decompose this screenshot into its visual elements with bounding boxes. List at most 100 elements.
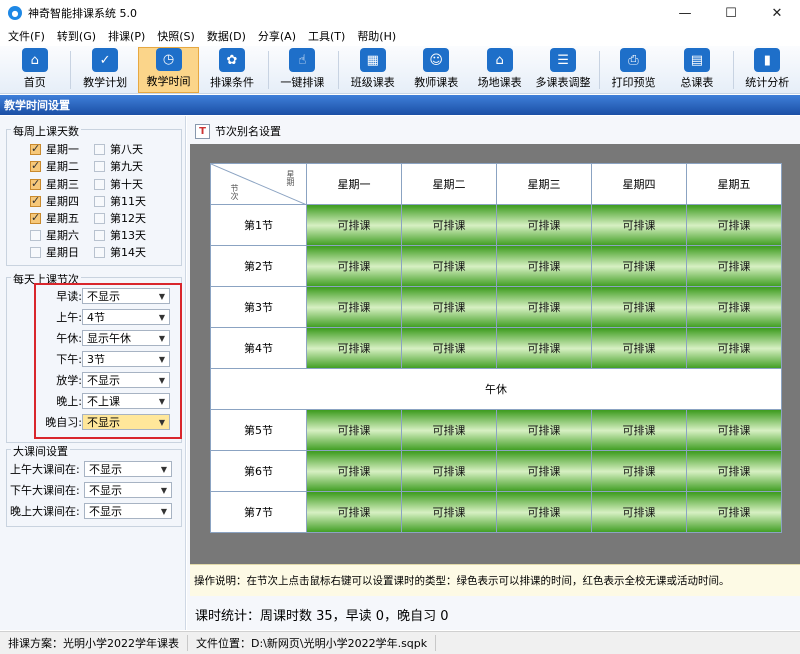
schedulable-cell[interactable]: 可排课 [686, 327, 782, 369]
day-checkbox-fri[interactable]: 星期五 [30, 210, 79, 226]
toolbar-class-schedule-button[interactable]: ▦ 班级课表 [342, 47, 403, 93]
schedulable-cell[interactable]: 可排课 [306, 491, 402, 533]
day-checkbox-wed[interactable]: 星期三 [30, 176, 79, 192]
toolbar-master-schedule-button[interactable]: ▤ 总课表 [666, 47, 727, 93]
checkbox-unchecked[interactable] [30, 229, 41, 241]
afternoon-break-select[interactable]: 不显示 ▼ [84, 482, 172, 498]
schedulable-cell[interactable]: 可排课 [591, 491, 687, 533]
schedulable-cell[interactable]: 可排课 [496, 409, 592, 451]
schedulable-cell[interactable]: 可排课 [591, 450, 687, 492]
close-button[interactable]: ✕ [754, 0, 800, 26]
period-label[interactable]: 第3节 [210, 286, 307, 328]
checkbox-unchecked[interactable] [94, 246, 105, 258]
menu-schedule[interactable]: 排课(P) [102, 28, 151, 44]
checkbox-checked[interactable] [30, 211, 41, 224]
checkbox-checked[interactable] [30, 194, 41, 207]
period-label[interactable]: 第5节 [210, 409, 307, 451]
schedulable-cell[interactable]: 可排课 [591, 204, 687, 246]
schedulable-cell[interactable]: 可排课 [306, 245, 402, 287]
period-label[interactable]: 第2节 [210, 245, 307, 287]
checkbox-unchecked[interactable] [94, 160, 105, 172]
schedulable-cell[interactable]: 可排课 [686, 450, 782, 492]
schedulable-cell[interactable]: 可排课 [496, 450, 592, 492]
schedulable-cell[interactable]: 可排课 [401, 327, 497, 369]
evening-study-select[interactable]: 不显示 ▼ [82, 414, 170, 430]
schedulable-cell[interactable]: 可排课 [686, 286, 782, 328]
morning-break-select[interactable]: 不显示 ▼ [84, 461, 172, 477]
schedulable-cell[interactable]: 可排课 [686, 491, 782, 533]
toolbar-teaching-time-button[interactable]: ◷ 教学时间 [137, 47, 200, 93]
day-checkbox-tue[interactable]: 星期二 [30, 158, 79, 174]
period-label[interactable]: 第1节 [210, 204, 307, 246]
period-label[interactable]: 第7节 [210, 491, 307, 533]
day-checkbox-11[interactable]: 第11天 [94, 193, 146, 209]
toolbar-conditions-button[interactable]: ✿ 排课条件 [201, 47, 262, 93]
schedulable-cell[interactable]: 可排课 [591, 409, 687, 451]
evening-select[interactable]: 不上课 ▼ [82, 393, 170, 409]
schedulable-cell[interactable]: 可排课 [306, 409, 402, 451]
evening-break-select[interactable]: 不显示 ▼ [84, 503, 172, 519]
afternoon-select[interactable]: 3节 ▼ [82, 351, 170, 367]
toolbar-home-button[interactable]: ⌂ 首页 [4, 47, 65, 93]
toolbar-auto-schedule-button[interactable]: ☝ 一键排课 [272, 47, 333, 93]
toolbar-print-preview-button[interactable]: ⎙ 打印预览 [603, 47, 664, 93]
schedulable-cell[interactable]: 可排课 [591, 245, 687, 287]
day-checkbox-14[interactable]: 第14天 [94, 244, 146, 260]
schedulable-cell[interactable]: 可排课 [306, 327, 402, 369]
dismissal-select[interactable]: 不显示 ▼ [82, 372, 170, 388]
menu-goto[interactable]: 转到(G) [51, 28, 102, 44]
checkbox-unchecked[interactable] [94, 195, 105, 207]
menu-tools[interactable]: 工具(T) [302, 28, 351, 44]
day-checkbox-9[interactable]: 第九天 [94, 158, 143, 174]
toolbar-teaching-plan-button[interactable]: ✓ 教学计划 [74, 47, 135, 93]
schedulable-cell[interactable]: 可排课 [591, 286, 687, 328]
day-checkbox-sun[interactable]: 星期日 [30, 244, 79, 260]
checkbox-unchecked[interactable] [94, 229, 105, 241]
day-checkbox-thu[interactable]: 星期四 [30, 193, 79, 209]
day-checkbox-8[interactable]: 第八天 [94, 141, 143, 157]
schedulable-cell[interactable]: 可排课 [496, 204, 592, 246]
schedulable-cell[interactable]: 可排课 [401, 204, 497, 246]
checkbox-checked[interactable] [30, 177, 41, 190]
menu-data[interactable]: 数据(D) [201, 28, 252, 44]
schedulable-cell[interactable]: 可排课 [401, 409, 497, 451]
period-label[interactable]: 第6节 [210, 450, 307, 492]
morning-select[interactable]: 4节 ▼ [82, 309, 170, 325]
toolbar-teacher-schedule-button[interactable]: ☺ 教师课表 [406, 47, 467, 93]
toolbar-venue-schedule-button[interactable]: ⌂ 场地课表 [469, 47, 530, 93]
schedulable-cell[interactable]: 可排课 [401, 286, 497, 328]
menu-share[interactable]: 分享(A) [252, 28, 302, 44]
schedulable-cell[interactable]: 可排课 [401, 245, 497, 287]
minimize-button[interactable]: — [662, 0, 708, 26]
schedulable-cell[interactable]: 可排课 [306, 204, 402, 246]
day-checkbox-sat[interactable]: 星期六 [30, 227, 79, 243]
day-checkbox-mon[interactable]: 星期一 [30, 141, 79, 157]
morning-read-select[interactable]: 不显示 ▼ [82, 288, 170, 304]
checkbox-unchecked[interactable] [30, 246, 41, 258]
period-alias-settings-button[interactable]: T 节次别名设置 [195, 123, 281, 139]
checkbox-unchecked[interactable] [94, 212, 105, 224]
menu-file[interactable]: 文件(F) [2, 28, 51, 44]
day-checkbox-12[interactable]: 第12天 [94, 210, 146, 226]
period-label[interactable]: 第4节 [210, 327, 307, 369]
schedulable-cell[interactable]: 可排课 [686, 409, 782, 451]
noon-break-row[interactable]: 午休 [210, 368, 782, 410]
day-checkbox-10[interactable]: 第十天 [94, 176, 143, 192]
schedulable-cell[interactable]: 可排课 [496, 327, 592, 369]
schedulable-cell[interactable]: 可排课 [306, 286, 402, 328]
day-checkbox-13[interactable]: 第13天 [94, 227, 146, 243]
checkbox-unchecked[interactable] [94, 178, 105, 190]
checkbox-unchecked[interactable] [94, 143, 105, 155]
schedulable-cell[interactable]: 可排课 [401, 491, 497, 533]
checkbox-checked[interactable] [30, 159, 41, 172]
noon-select[interactable]: 显示午休 ▼ [82, 330, 170, 346]
schedulable-cell[interactable]: 可排课 [496, 491, 592, 533]
toolbar-multi-adjust-button[interactable]: ☰ 多课表调整 [532, 47, 593, 93]
checkbox-checked[interactable] [30, 142, 41, 155]
toolbar-statistics-button[interactable]: ▮ 统计分析 [737, 47, 798, 93]
menu-help[interactable]: 帮助(H) [351, 28, 402, 44]
maximize-button[interactable]: ☐ [708, 0, 754, 26]
schedulable-cell[interactable]: 可排课 [591, 327, 687, 369]
schedulable-cell[interactable]: 可排课 [686, 245, 782, 287]
schedulable-cell[interactable]: 可排课 [401, 450, 497, 492]
